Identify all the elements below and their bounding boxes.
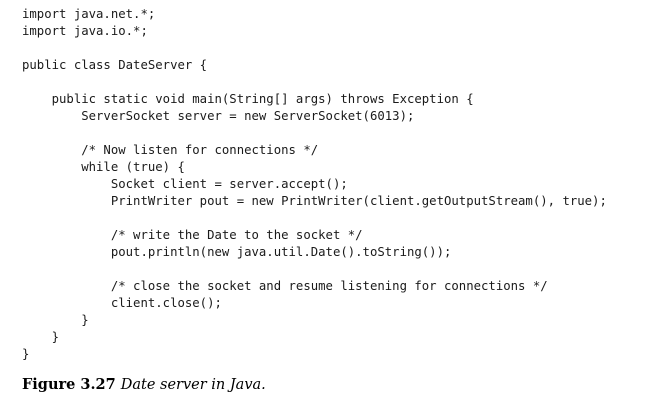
code-line: /* Now listen for connections */ bbox=[22, 143, 319, 157]
code-line: client.close(); bbox=[22, 296, 222, 310]
code-line: /* close the socket and resume listening… bbox=[22, 279, 548, 293]
code-line: } bbox=[22, 347, 30, 361]
code-line: ServerSocket server = new ServerSocket(6… bbox=[22, 109, 415, 123]
code-line: PrintWriter pout = new PrintWriter(clien… bbox=[22, 194, 607, 208]
code-line: while (true) { bbox=[22, 160, 185, 174]
code-line: public class DateServer { bbox=[22, 58, 208, 72]
code-line: /* write the Date to the socket */ bbox=[22, 228, 363, 242]
code-line: } bbox=[22, 330, 60, 344]
code-line: public static void main(String[] args) t… bbox=[22, 92, 474, 106]
code-line: pout.println(new java.util.Date().toStri… bbox=[22, 245, 452, 259]
code-line: } bbox=[22, 313, 89, 327]
code-line: import java.io.*; bbox=[22, 24, 148, 38]
figure-caption: Figure 3.27 Date server in Java. bbox=[22, 376, 266, 394]
figure-label: Figure 3.27 bbox=[22, 376, 116, 393]
code-listing: import java.net.*; import java.io.*; pub… bbox=[22, 6, 607, 363]
code-line: import java.net.*; bbox=[22, 7, 156, 21]
document-page: import java.net.*; import java.io.*; pub… bbox=[0, 0, 662, 402]
figure-caption-text: Date server in Java. bbox=[120, 377, 266, 393]
code-line: Socket client = server.accept(); bbox=[22, 177, 348, 191]
